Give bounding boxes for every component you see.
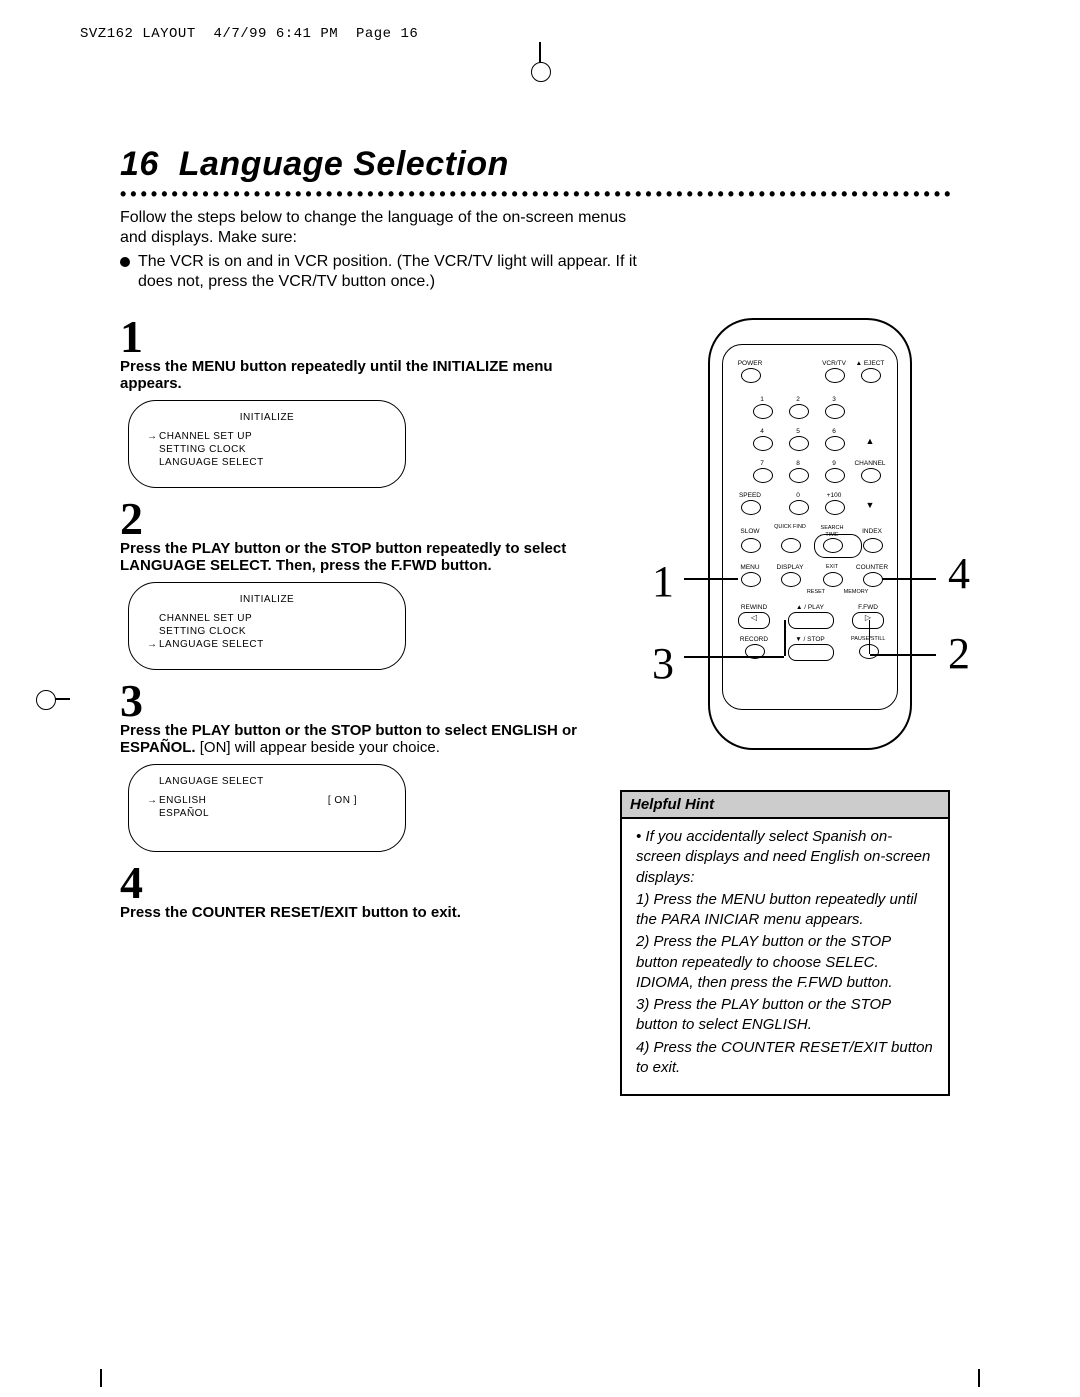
callout-4: 4	[948, 548, 970, 599]
osd-initialize-1: INITIALIZE →CHANNEL SET UP SETTING CLOCK…	[128, 400, 406, 488]
right-column: POWER VCR/TV ▲ EJECT 1 2 3 4 5 6	[620, 308, 950, 1096]
osd-initialize-2: INITIALIZE CHANNEL SET UP SETTING CLOCK …	[128, 582, 406, 670]
osd-language-select: LANGUAGE SELECT →ENGLISH[ ON ] ESPAÑOL	[128, 764, 406, 852]
crop-mark-bottom-left	[100, 1369, 102, 1387]
intro-text: Follow the steps below to change the lan…	[120, 208, 640, 248]
hint-title: Helpful Hint	[622, 792, 948, 819]
remote-diagram: POWER VCR/TV ▲ EJECT 1 2 3 4 5 6	[680, 318, 940, 750]
intro-bullet: The VCR is on and in VCR position. (The …	[120, 252, 640, 292]
step-text-4: Press the COUNTER RESET/EXIT button to e…	[120, 904, 590, 921]
page-title: 16 Language Selection	[120, 145, 950, 184]
step-number-4: 4	[120, 860, 590, 906]
bullet-text: The VCR is on and in VCR position. (The …	[138, 252, 640, 292]
hint-body: • If you accidentally select Spanish on-…	[622, 819, 948, 1094]
step-number-1: 1	[120, 314, 590, 360]
crop-mark-top	[525, 42, 555, 72]
osd-title: INITIALIZE	[147, 411, 387, 424]
remote-outline: POWER VCR/TV ▲ EJECT 1 2 3 4 5 6	[708, 318, 912, 750]
slug-line: SVZ162 LAYOUT 4/7/99 6:41 PM Page 16	[80, 26, 418, 42]
page: SVZ162 LAYOUT 4/7/99 6:41 PM Page 16 16 …	[0, 0, 1080, 1397]
steps-column: 1 Press the MENU button repeatedly until…	[120, 308, 590, 1096]
callout-2: 2	[948, 628, 970, 679]
osd-title: LANGUAGE SELECT	[147, 775, 387, 788]
bullet-icon	[120, 257, 130, 267]
osd-title: INITIALIZE	[147, 593, 387, 606]
step-text-1: Press the MENU button repeatedly until t…	[120, 358, 590, 392]
crop-mark-bottom-right	[978, 1369, 980, 1387]
content-area: 16 Language Selection ••••••••••••••••••…	[120, 145, 950, 1096]
step-text-3: Press the PLAY button or the STOP button…	[120, 722, 590, 756]
helpful-hint-box: Helpful Hint • If you accidentally selec…	[620, 790, 950, 1096]
step-number-2: 2	[120, 496, 590, 542]
step-text-2: Press the PLAY button or the STOP button…	[120, 540, 590, 574]
callout-3: 3	[652, 638, 674, 689]
title-rule: ••••••••••••••••••••••••••••••••••••••••…	[120, 190, 950, 198]
step-number-3: 3	[120, 678, 590, 724]
callout-1: 1	[652, 556, 674, 607]
